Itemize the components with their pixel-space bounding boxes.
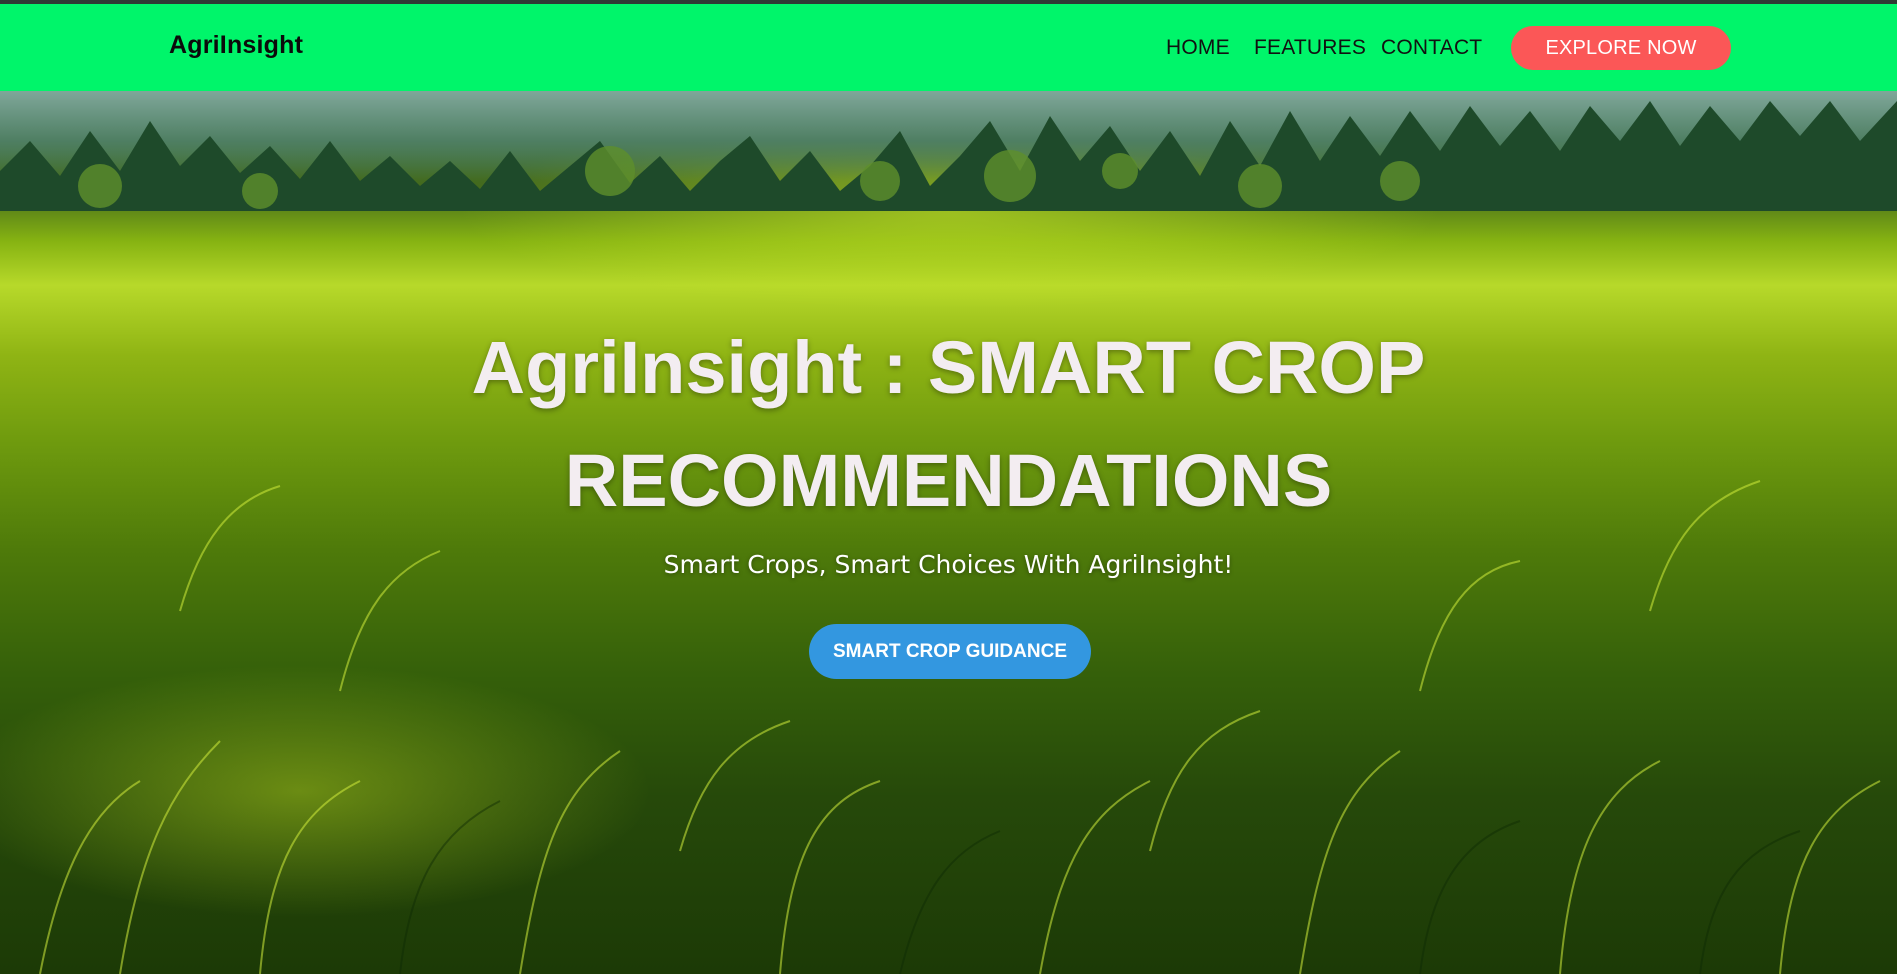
hero-title-line1: AgriInsight : SMART CROP <box>471 326 1426 409</box>
hero-title: AgriInsight : SMART CROP RECOMMENDATIONS <box>0 311 1897 537</box>
hero-section: AgriInsight : SMART CROP RECOMMENDATIONS… <box>0 91 1897 974</box>
navbar: AgriInsight HOME FEATURES CONTACT EXPLOR… <box>0 4 1897 91</box>
nav-link-features[interactable]: FEATURES <box>1254 36 1366 60</box>
hero-title-line2: RECOMMENDATIONS <box>564 439 1333 522</box>
nav-link-contact[interactable]: CONTACT <box>1381 36 1482 60</box>
explore-now-button[interactable]: EXPLORE NOW <box>1511 26 1731 70</box>
nav-link-home[interactable]: HOME <box>1166 36 1230 60</box>
hero-subtitle: Smart Crops, Smart Choices With AgriInsi… <box>663 550 1234 579</box>
smart-crop-guidance-button[interactable]: SMART CROP GUIDANCE <box>809 624 1091 679</box>
